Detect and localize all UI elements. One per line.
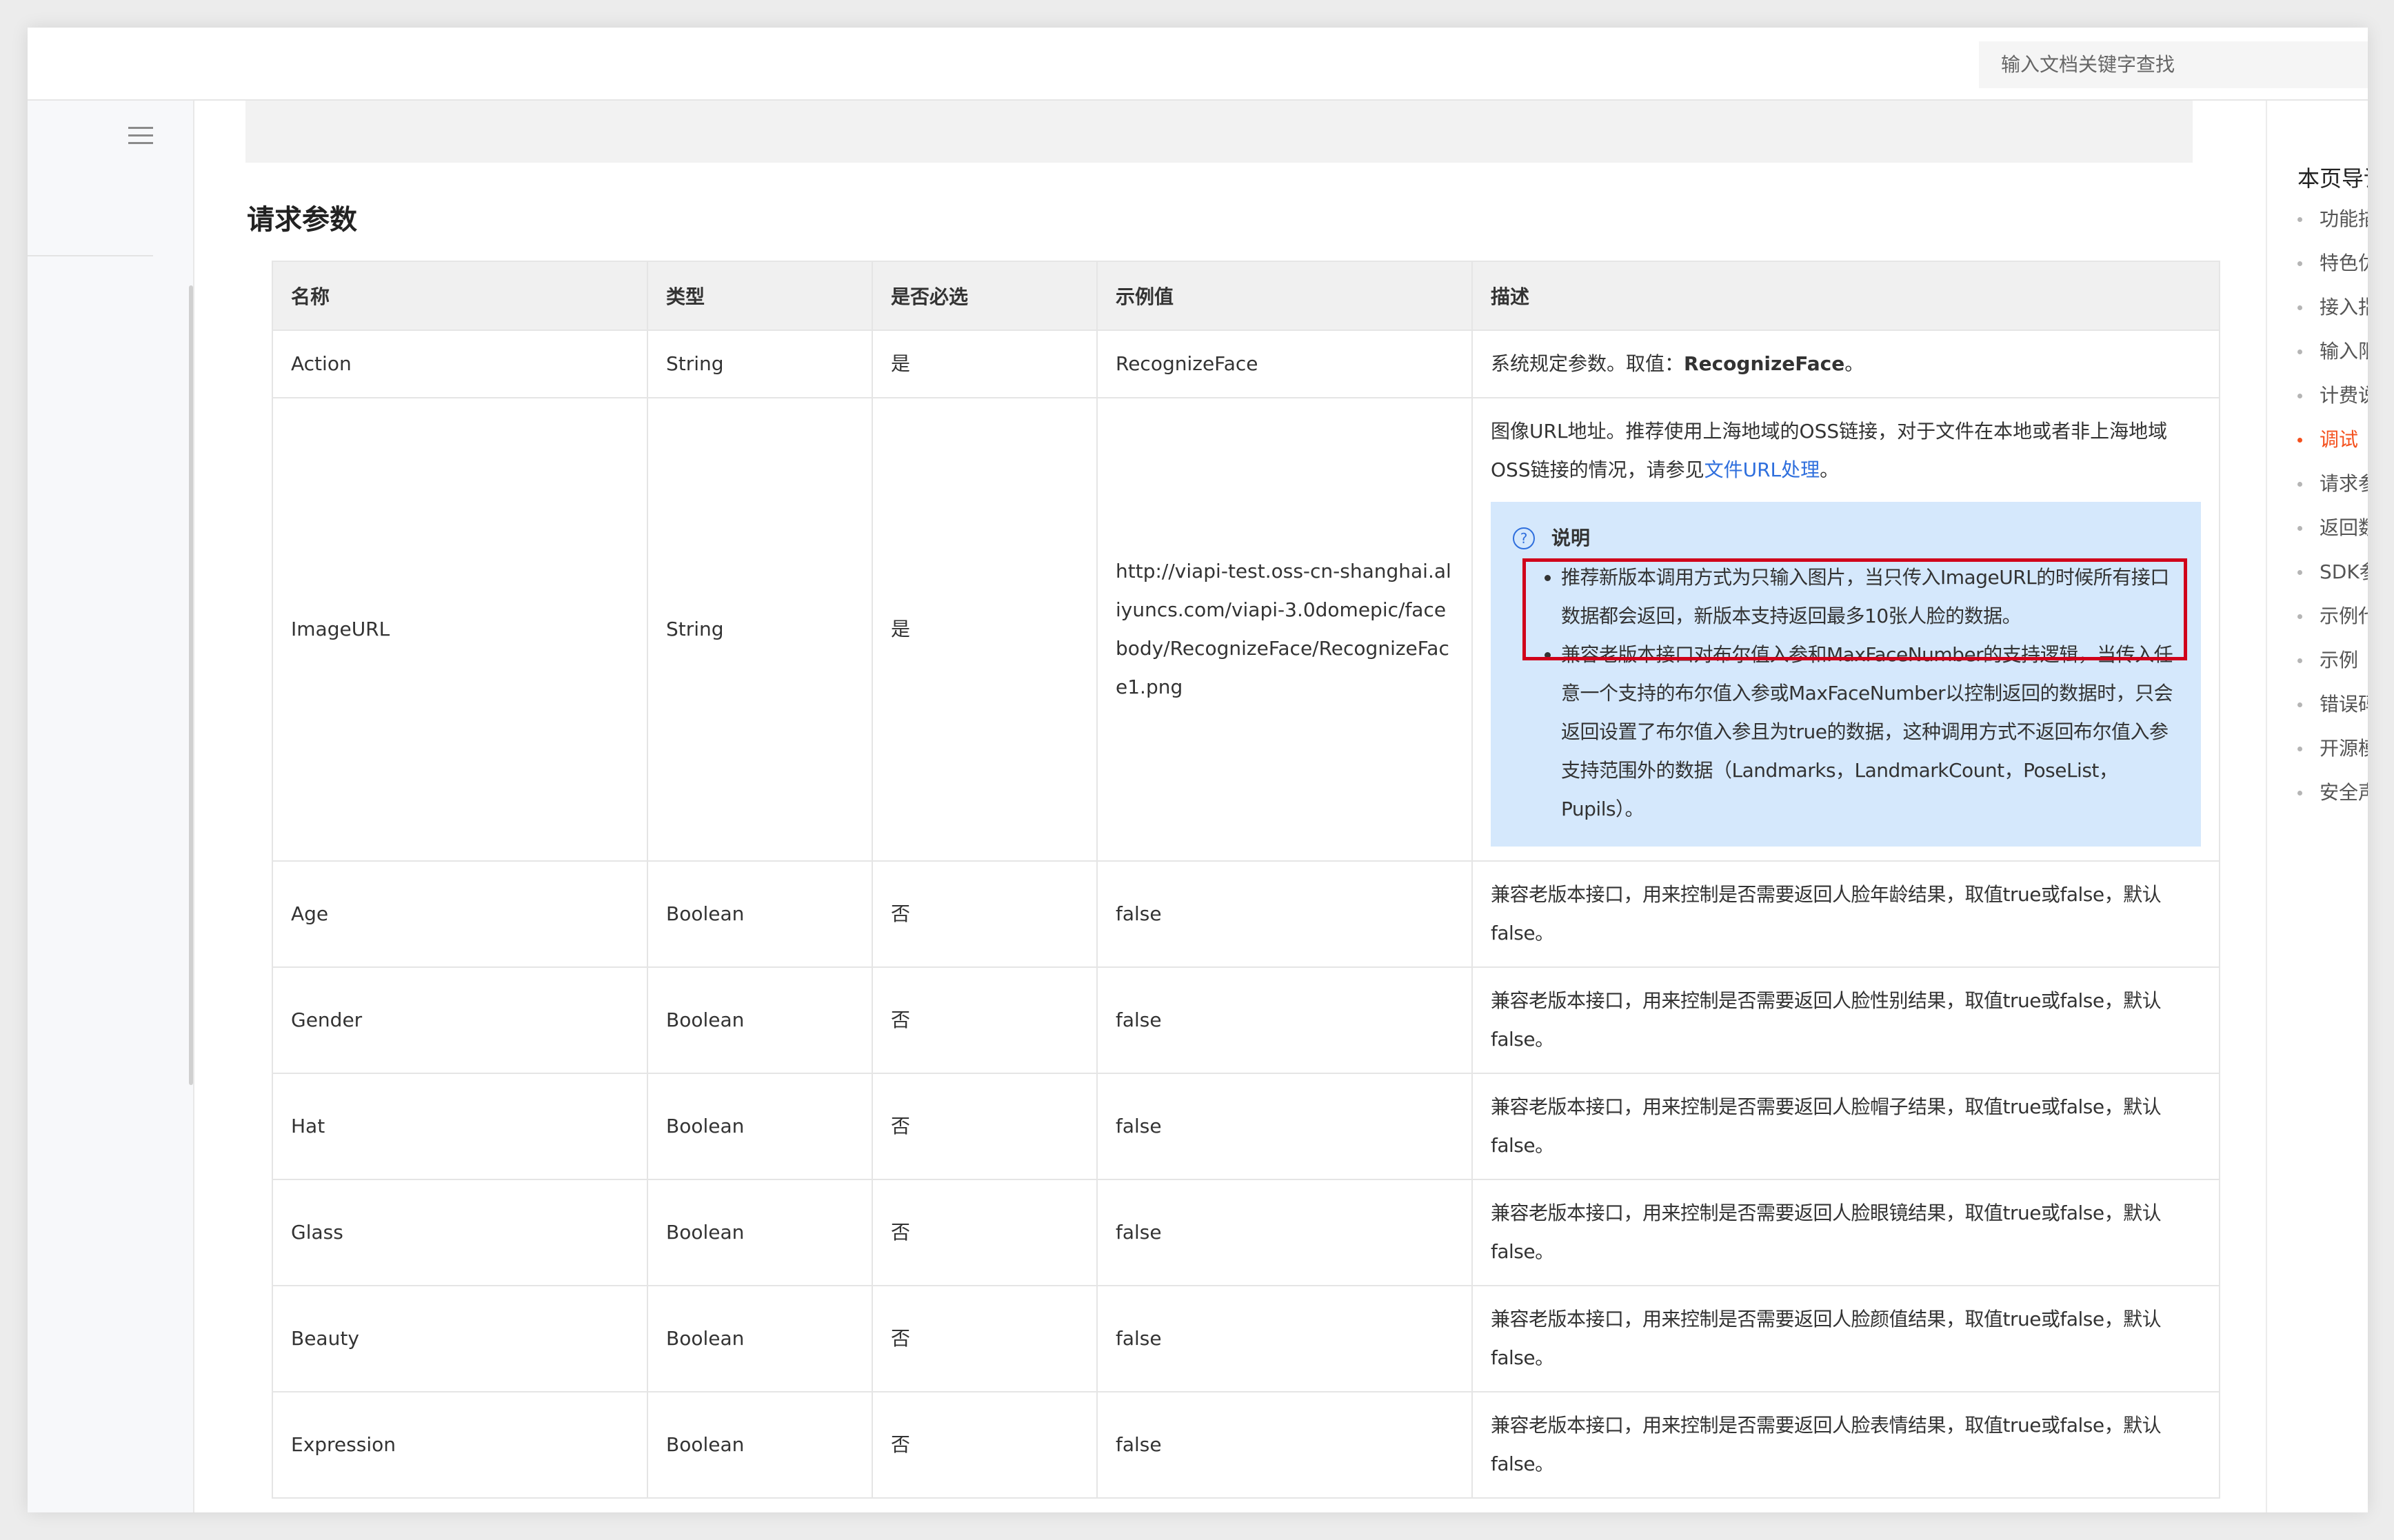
param-name: Age — [272, 860, 648, 968]
hamburger-icon[interactable] — [128, 125, 153, 146]
toc-item-limits[interactable]: 输入限制 — [2295, 330, 2368, 374]
note-item: 推荐新版本调用方式为只输入图片，当只传入ImageURL的时候所有接口数据都会返… — [1561, 558, 2177, 636]
param-example: false — [1096, 966, 1473, 1074]
column-header-type: 类型 — [647, 261, 873, 331]
param-name: Glass — [272, 1179, 648, 1286]
param-description: 图像URL地址。推荐使用上海地域的OSS链接，对于文件在本地或者非上海地域OSS… — [1471, 397, 2220, 862]
toc-title: 本页导读 — [2297, 165, 2368, 192]
param-required: 否 — [872, 1285, 1098, 1392]
param-type: Boolean — [647, 860, 873, 968]
note-title: 说明 — [1551, 527, 1591, 549]
toc-item-guide[interactable]: 接入指引 — [2295, 285, 2368, 330]
param-required: 是 — [872, 330, 1098, 398]
param-example: false — [1096, 1073, 1473, 1180]
search-input[interactable]: 输入文档关键字查找 — [1979, 41, 2368, 88]
toc-item-sdk[interactable]: SDK参考 — [2295, 550, 2368, 594]
sidebar-scrollbar[interactable] — [189, 285, 193, 1085]
param-type: Boolean — [647, 1073, 873, 1180]
param-required: 否 — [872, 1073, 1098, 1180]
question-circle-icon: ? — [1513, 527, 1535, 549]
param-example: RecognizeFace — [1096, 330, 1473, 398]
param-name: Gender — [272, 966, 648, 1074]
toc-item-error-codes[interactable]: 错误码 — [2295, 682, 2368, 727]
toc-item-function[interactable]: 功能描述 — [2295, 197, 2368, 241]
param-example: false — [1096, 1179, 1473, 1286]
browser-window: 输入文档关键字查找 请求参数 名称 类型 是否必选 示例值 描述 Action — [28, 28, 2368, 1512]
table-row: Action String 是 RecognizeFace 系统规定参数。取值：… — [272, 330, 2220, 398]
table-row: Expression Boolean 否 false 兼容老版本接口，用来控制是… — [272, 1391, 2220, 1499]
section-title: 请求参数 — [247, 204, 357, 236]
param-type: Boolean — [647, 966, 873, 1074]
sidebar-divider — [28, 255, 153, 256]
param-example: false — [1096, 1285, 1473, 1392]
previous-block — [245, 101, 2193, 163]
desc-prefix: 系统规定参数。取值： — [1491, 352, 1684, 375]
page-toc: 本页导读 功能描述 特色优势 接入指引 输入限制 计费说明 调试 请求参数 返回… — [2266, 101, 2368, 1512]
param-description: 兼容老版本接口，用来控制是否需要返回人脸性别结果，取值true或false，默认… — [1471, 966, 2220, 1074]
param-description: 兼容老版本接口，用来控制是否需要返回人脸眼镜结果，取值true或false，默认… — [1471, 1179, 2220, 1286]
toc-item-example[interactable]: 示例 — [2295, 638, 2368, 682]
note-item: 兼容老版本接口对布尔值入参和MaxFaceNumber的支持逻辑，当传入任意一个… — [1561, 636, 2177, 829]
main-content: 请求参数 名称 类型 是否必选 示例值 描述 Action String 是 R… — [245, 101, 2220, 1512]
param-type: Boolean — [647, 1285, 873, 1392]
param-name: Action — [272, 330, 648, 398]
toc-item-sample-code[interactable]: 示例代码 — [2295, 594, 2368, 638]
table-row: Glass Boolean 否 false 兼容老版本接口，用来控制是否需要返回… — [272, 1179, 2220, 1286]
param-description: 兼容老版本接口，用来控制是否需要返回人脸年龄结果，取值true或false，默认… — [1471, 860, 2220, 968]
param-type: Boolean — [647, 1391, 873, 1499]
param-type: String — [647, 397, 873, 862]
param-example: false — [1096, 1391, 1473, 1499]
toc-list: 功能描述 特色优势 接入指引 输入限制 计费说明 调试 请求参数 返回数据 SD… — [2295, 197, 2368, 815]
param-required: 否 — [872, 1179, 1098, 1286]
param-required: 否 — [872, 860, 1098, 968]
desc-value: RecognizeFace — [1684, 352, 1845, 375]
table-row: Age Boolean 否 false 兼容老版本接口，用来控制是否需要返回人脸… — [272, 860, 2220, 968]
column-header-name: 名称 — [272, 261, 648, 331]
toc-item-response[interactable]: 返回数据 — [2295, 506, 2368, 550]
toc-item-debug[interactable]: 调试 — [2295, 418, 2368, 462]
toc-item-open-model[interactable]: 开源模型 — [2295, 727, 2368, 771]
toc-item-features[interactable]: 特色优势 — [2295, 241, 2368, 285]
note-box: ? 说明 推荐新版本调用方式为只输入图片，当只传入ImageURL的时候所有接口… — [1491, 502, 2201, 847]
toc-item-request-params[interactable]: 请求参数 — [2295, 462, 2368, 506]
column-header-required: 是否必选 — [872, 261, 1098, 331]
param-required: 是 — [872, 397, 1098, 862]
desc-suffix: 。 — [1844, 352, 1864, 375]
table-row: ImageURL String 是 http://viapi-test.oss-… — [272, 397, 2220, 862]
request-params-table: 名称 类型 是否必选 示例值 描述 Action String 是 Recogn… — [272, 261, 2220, 1499]
param-name: ImageURL — [272, 397, 648, 862]
desc-end: 。 — [1820, 458, 1840, 481]
param-example: false — [1096, 860, 1473, 968]
left-sidebar — [28, 101, 194, 1512]
toc-item-security[interactable]: 安全声明 — [2295, 771, 2368, 815]
note-header: ? 说明 — [1513, 518, 2177, 558]
toc-item-billing[interactable]: 计费说明 — [2295, 374, 2368, 418]
param-required: 否 — [872, 966, 1098, 1074]
top-bar: 输入文档关键字查找 — [28, 28, 2368, 101]
param-description: 兼容老版本接口，用来控制是否需要返回人脸帽子结果，取值true或false，默认… — [1471, 1073, 2220, 1180]
param-name: Expression — [272, 1391, 648, 1499]
param-example: http://viapi-test.oss-cn-shanghai.aliyun… — [1096, 397, 1473, 862]
table-row: Hat Boolean 否 false 兼容老版本接口，用来控制是否需要返回人脸… — [272, 1073, 2220, 1180]
param-name: Hat — [272, 1073, 648, 1180]
param-description: 兼容老版本接口，用来控制是否需要返回人脸表情结果，取值true或false，默认… — [1471, 1391, 2220, 1499]
param-type: String — [647, 330, 873, 398]
file-url-link[interactable]: 文件URL处理 — [1704, 458, 1820, 481]
table-header-row: 名称 类型 是否必选 示例值 描述 — [272, 261, 2220, 331]
column-header-description: 描述 — [1471, 261, 2220, 331]
param-required: 否 — [872, 1391, 1098, 1499]
column-header-example: 示例值 — [1096, 261, 1473, 331]
param-description: 兼容老版本接口，用来控制是否需要返回人脸颜值结果，取值true或false，默认… — [1471, 1285, 2220, 1392]
param-name: Beauty — [272, 1285, 648, 1392]
note-list: 推荐新版本调用方式为只输入图片，当只传入ImageURL的时候所有接口数据都会返… — [1513, 558, 2177, 829]
table-row: Gender Boolean 否 false 兼容老版本接口，用来控制是否需要返… — [272, 966, 2220, 1074]
param-description: 系统规定参数。取值：RecognizeFace。 — [1471, 330, 2220, 398]
table-row: Beauty Boolean 否 false 兼容老版本接口，用来控制是否需要返… — [272, 1285, 2220, 1392]
param-type: Boolean — [647, 1179, 873, 1286]
